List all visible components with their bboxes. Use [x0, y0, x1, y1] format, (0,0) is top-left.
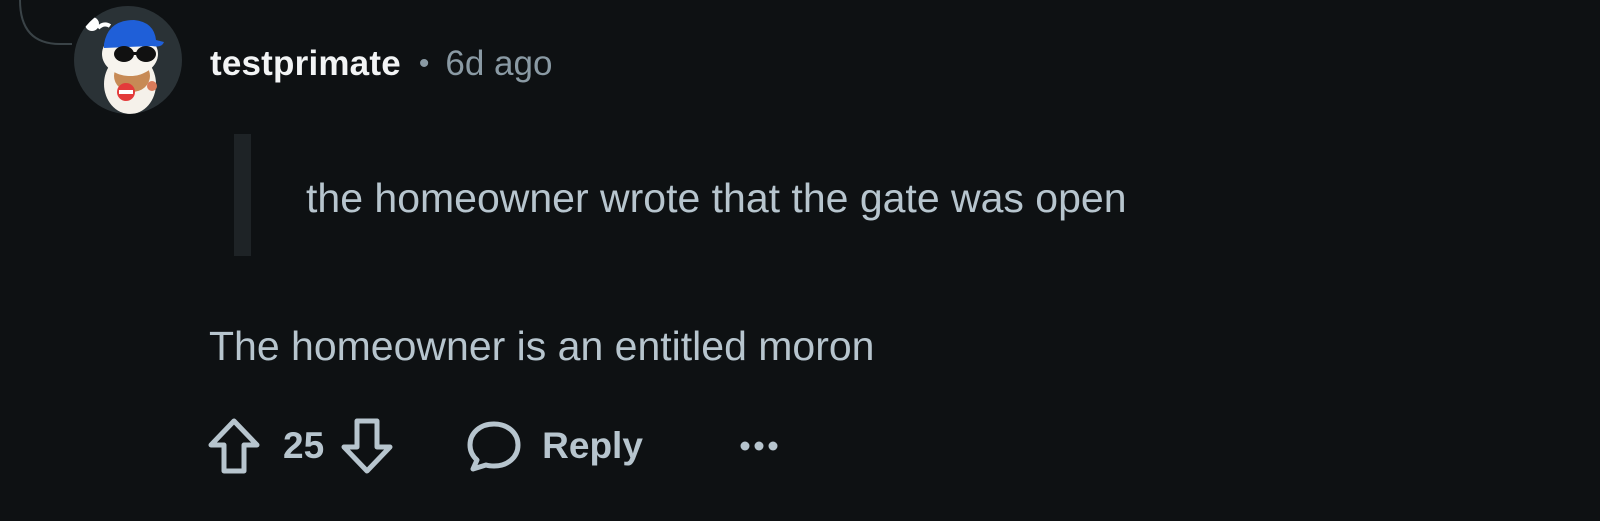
user-avatar[interactable]: [74, 6, 182, 114]
more-options-button[interactable]: [735, 422, 783, 470]
blockquote-bar: [234, 134, 251, 256]
author-username[interactable]: testprimate: [210, 44, 401, 84]
downvote-button[interactable]: [338, 417, 396, 475]
arrow-up-icon: [208, 418, 260, 474]
comment-body: The homeowner is an entitled moron: [209, 323, 875, 369]
reply-label: Reply: [542, 425, 643, 466]
arrow-down-icon: [341, 418, 393, 474]
vote-score: 25: [283, 425, 325, 466]
speech-bubble-icon: [467, 421, 521, 472]
blockquote-text: the homeowner wrote that the gate was op…: [306, 175, 1127, 221]
ellipsis-icon: [740, 441, 778, 451]
comment-actions: 25 Reply: [205, 412, 783, 480]
reply-button[interactable]: Reply: [466, 420, 643, 472]
thread-connector-line: [19, 0, 72, 45]
meta-separator: •: [418, 47, 430, 80]
comment-header: testprimate • 6d ago: [210, 40, 552, 88]
upvote-button[interactable]: [205, 417, 263, 475]
snoo-avatar-icon: [85, 17, 164, 114]
comment-timestamp[interactable]: 6d ago: [445, 44, 552, 84]
